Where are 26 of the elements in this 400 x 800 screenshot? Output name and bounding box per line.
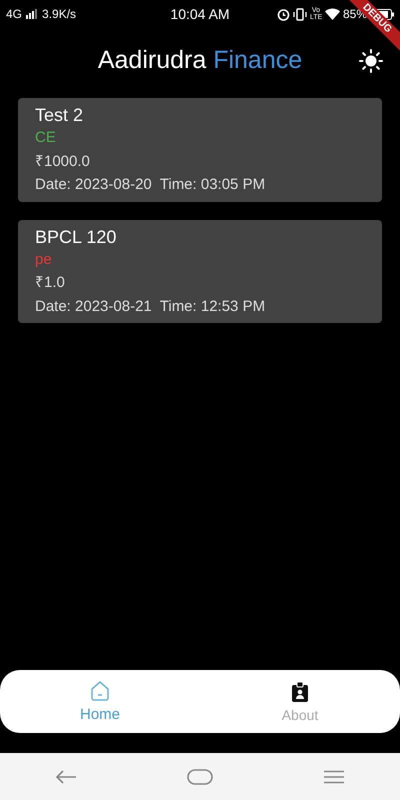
app-title: Aadirudra Finance — [98, 46, 302, 74]
trade-name: BPCL 120 — [35, 226, 118, 248]
wifi-icon — [324, 8, 340, 20]
network-speed: 3.9K/s — [42, 7, 76, 21]
trade-name: Test 2 — [35, 104, 84, 126]
badge-icon — [291, 680, 309, 702]
trade-amount: ₹1.0 — [35, 273, 66, 293]
trade-date: Date: 2023-08-21 — [35, 298, 152, 314]
home-icon — [89, 680, 111, 702]
trade-amount: ₹1000.0 — [35, 152, 91, 172]
theme-toggle-icon[interactable] — [359, 49, 383, 73]
trade-time: Time: 12:53 PM — [160, 298, 266, 314]
network-type: 4G — [6, 7, 22, 21]
menu-icon[interactable] — [323, 770, 345, 784]
back-icon[interactable] — [55, 770, 77, 784]
home-button-icon[interactable] — [187, 768, 213, 784]
trade-time: Time: 03:05 PM — [160, 176, 266, 193]
option-type: pe — [35, 250, 53, 270]
trade-date: Date: 2023-08-20 — [35, 176, 152, 193]
alarm-icon — [276, 8, 290, 20]
signal-icon — [26, 9, 38, 19]
trade-card[interactable]: Test 2 CE ₹1000.0 Date: 2023-08-20 Time: 03:05 PM — [18, 98, 382, 202]
clock-time: 10:04 AM — [170, 6, 230, 22]
option-type: CE — [35, 128, 57, 148]
trade-card[interactable]: BPCL 120 pe ₹1.0 Date: 2023-08-21 Time: 12:53 PM — [18, 220, 382, 323]
vibrate-icon — [292, 8, 307, 20]
